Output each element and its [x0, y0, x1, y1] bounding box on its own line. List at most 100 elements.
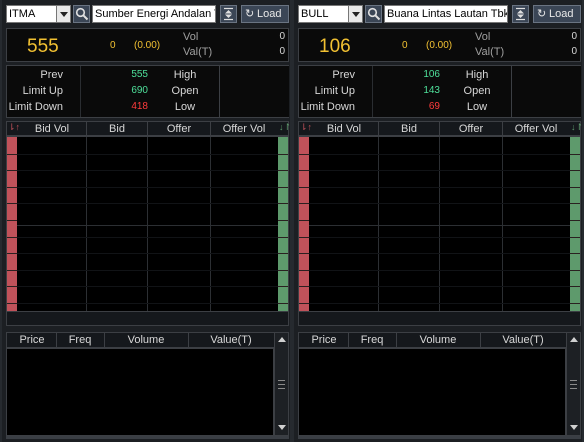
toolbar: ITMA Sumber Energi Andalan Tbk ↻ Load — [2, 3, 290, 25]
scroll-thumb[interactable] — [278, 380, 285, 389]
bid-header[interactable]: Bid — [87, 123, 147, 135]
stock-name-field[interactable]: Buana Lintas Lautan Tbk — [384, 5, 508, 23]
search-button[interactable] — [73, 5, 90, 23]
price-header[interactable]: Price — [9, 334, 55, 346]
stock-code-input[interactable]: BULL — [298, 5, 350, 23]
refresh-icon: ↻ — [245, 8, 255, 20]
stock-panel-right: BULL Buana Lintas Lautan Tbk ↻ Load 106 … — [294, 0, 583, 442]
grid-line — [17, 236, 278, 238]
search-button[interactable] — [365, 5, 382, 23]
depth-bar-separator — [278, 203, 288, 205]
swap-icon — [516, 7, 525, 21]
depth-bar-separator — [278, 220, 288, 221]
toolbar: BULL Buana Lintas Lautan Tbk ↻ Load — [294, 3, 582, 25]
limit-up-label: Limit Up — [22, 85, 63, 97]
freq-header[interactable]: Freq — [57, 334, 103, 346]
volume-label: Vol — [183, 31, 199, 43]
panel-bottom-border — [6, 436, 289, 439]
offer-vol-header[interactable]: Offer Vol — [503, 123, 569, 135]
price-header[interactable]: Price — [301, 334, 347, 346]
stats-divider — [80, 66, 81, 117]
offer-depth-bar — [570, 137, 580, 311]
limit-up-label: Limit Up — [314, 85, 355, 97]
depth-bar-separator — [278, 186, 288, 188]
stock-code-input[interactable]: ITMA — [6, 5, 58, 23]
low-label: Low — [466, 101, 488, 113]
scroll-up-icon[interactable] — [275, 333, 288, 347]
value-header[interactable]: Value(T) — [481, 334, 565, 346]
depth-bar-separator — [570, 303, 580, 304]
trade-list-scrollbar[interactable] — [566, 332, 581, 436]
load-button[interactable]: ↻ Load — [533, 5, 581, 23]
depth-bar-separator — [299, 220, 309, 221]
offer-depth-bar — [278, 137, 288, 311]
grid-line — [17, 303, 278, 304]
grid-line — [309, 286, 570, 288]
limit-down-label: Limit Down — [8, 101, 63, 113]
depth-bar-separator — [299, 303, 309, 304]
bid-depth-bar — [7, 137, 17, 311]
value-label: Val(T) — [475, 46, 505, 58]
grid-line — [309, 203, 570, 205]
stock-code-dropdown-button[interactable] — [348, 5, 363, 23]
trade-list-header: Price Freq Volume Value(T) — [298, 332, 581, 348]
load-button[interactable]: ↻ Load — [241, 5, 289, 23]
bid-vol-header[interactable]: Bid Vol — [19, 123, 85, 135]
price-change-percent: (0.00) — [426, 40, 453, 51]
sort-offer-icon[interactable]: ↓↾ — [279, 122, 291, 133]
stock-name-field[interactable]: Sumber Energi Andalan Tbk — [92, 5, 216, 23]
prev-value: 106 — [423, 69, 440, 80]
bid-vol-header[interactable]: Bid Vol — [311, 123, 377, 135]
high-label: High — [465, 69, 489, 81]
value-header[interactable]: Value(T) — [189, 334, 273, 346]
trade-list-scrollbar[interactable] — [274, 332, 289, 436]
grid-line — [309, 269, 570, 271]
bid-header[interactable]: Bid — [379, 123, 439, 135]
grid-line — [17, 170, 278, 172]
value-value: 0 — [571, 46, 577, 57]
depth-bar-separator — [278, 236, 288, 238]
volume-header[interactable]: Volume — [105, 334, 187, 346]
price-stats: Prev Limit Up Limit Down 106 143 69 High… — [298, 65, 581, 118]
order-book[interactable] — [298, 136, 581, 326]
depth-bar-separator — [570, 170, 580, 172]
depth-bar-separator — [7, 303, 17, 304]
volume-value: 0 — [279, 31, 285, 42]
last-price: 106 — [319, 36, 351, 57]
volume-header[interactable]: Volume — [397, 334, 479, 346]
stats-divider — [372, 66, 373, 117]
scroll-up-icon[interactable] — [567, 333, 580, 347]
depth-bar-separator — [570, 269, 580, 271]
high-label: High — [173, 69, 197, 81]
stock-code-dropdown-button[interactable] — [56, 5, 71, 23]
limit-down-value: 418 — [131, 101, 148, 112]
offer-header[interactable]: Offer — [440, 123, 502, 135]
depth-bar-separator — [278, 303, 288, 304]
trade-list[interactable] — [298, 348, 566, 436]
order-book[interactable] — [6, 136, 289, 326]
volume-value: 0 — [571, 31, 577, 42]
price-summary: 555 0 (0.00) Vol Val(T) 0 0 — [6, 28, 289, 62]
prev-label: Prev — [40, 69, 63, 81]
swap-button[interactable] — [220, 5, 237, 23]
scroll-down-icon[interactable] — [275, 421, 288, 435]
depth-bar-separator — [7, 220, 17, 221]
depth-bar-separator — [570, 253, 580, 255]
depth-bar-separator — [278, 153, 288, 155]
offer-vol-header[interactable]: Offer Vol — [211, 123, 277, 135]
freq-header[interactable]: Freq — [349, 334, 395, 346]
load-label: Load — [257, 8, 282, 20]
trade-list[interactable] — [6, 348, 274, 436]
sort-offer-icon[interactable]: ↓↾ — [571, 122, 583, 133]
price-summary: 106 0 (0.00) Vol Val(T) 0 0 — [298, 28, 581, 62]
scroll-down-icon[interactable] — [567, 421, 580, 435]
grid-line — [86, 137, 87, 311]
limit-down-value: 69 — [428, 101, 440, 112]
swap-button[interactable] — [512, 5, 529, 23]
offer-header[interactable]: Offer — [148, 123, 210, 135]
depth-bar-separator — [299, 253, 309, 255]
depth-bar-separator — [7, 153, 17, 155]
scroll-thumb[interactable] — [570, 380, 577, 389]
order-book-header: ⇂↑ Bid Vol Bid Offer Offer Vol ↓↾ — [298, 121, 583, 136]
price-change: 0 — [402, 40, 408, 51]
